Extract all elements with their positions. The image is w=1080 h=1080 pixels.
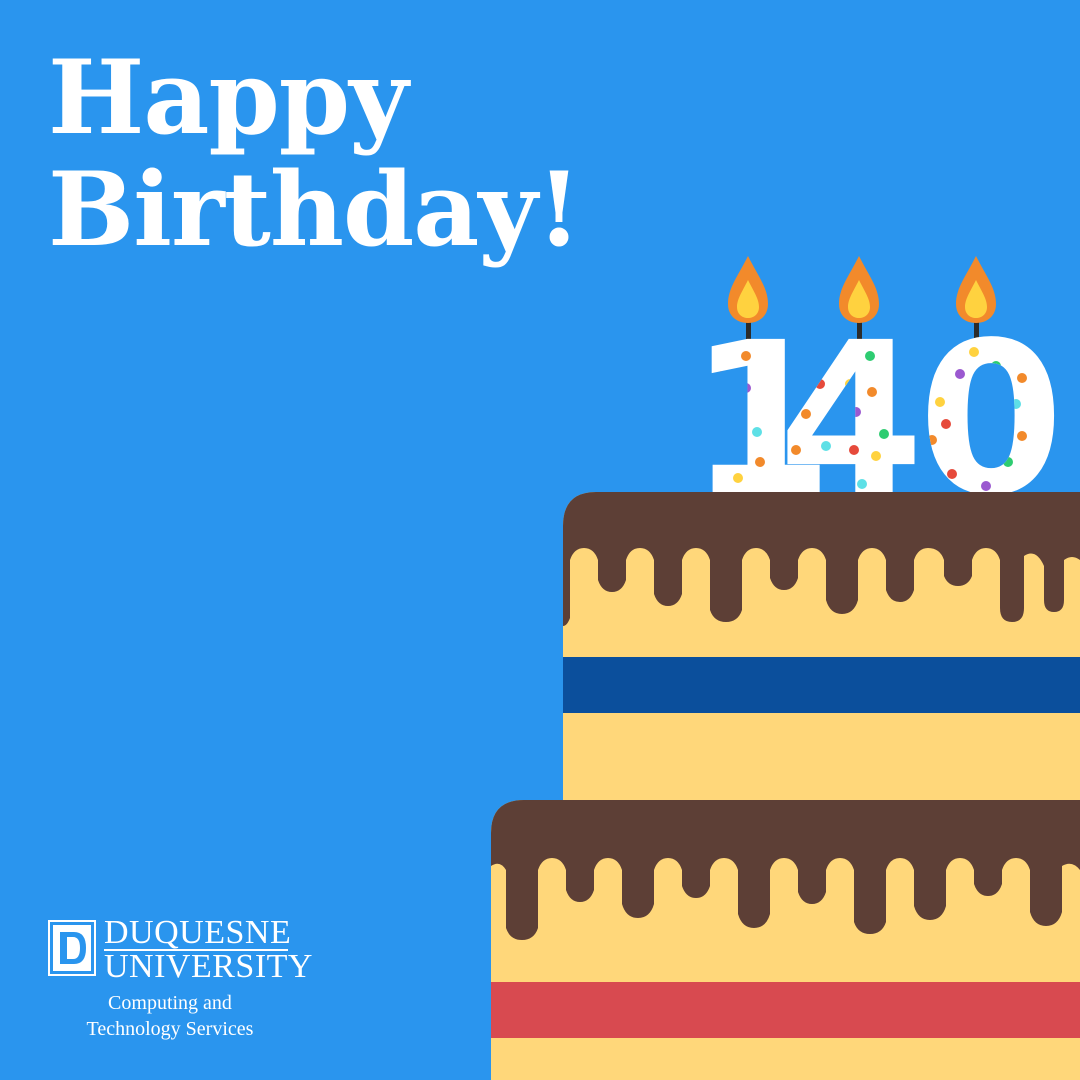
duquesne-shield-icon — [48, 920, 96, 976]
headline-line-1: Happy — [48, 38, 408, 158]
bottom-tier-stripe — [491, 982, 1080, 1038]
cake-top-tier — [563, 492, 1080, 820]
headline: Happy Birthday! — [48, 38, 581, 270]
logo-subtitle-line-2: Technology Services — [86, 1018, 254, 1040]
logo-name-line-2: UNIVERSITY — [104, 948, 313, 985]
cake-bottom-tier — [491, 800, 1080, 1080]
logo-name-line-1: DUQUESNE — [104, 914, 292, 951]
university-logo: DUQUESNE UNIVERSITY Computing and Techno… — [48, 914, 312, 1048]
headline-line-2: Birthday! — [48, 150, 581, 270]
logo-subtitle: Computing and Technology Services — [48, 990, 292, 1042]
logo-subtitle-line-1: Computing and — [108, 992, 232, 1014]
top-tier-stripe — [563, 657, 1080, 713]
